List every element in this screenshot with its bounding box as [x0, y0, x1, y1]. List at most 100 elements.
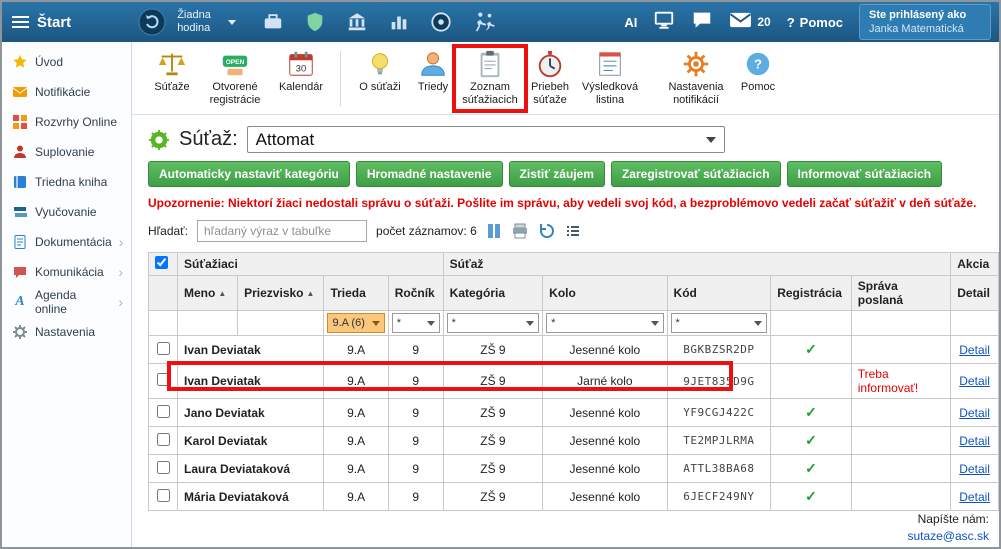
toolbar-item-vysledkova-listina[interactable]: Výsledková listina [577, 47, 643, 108]
competition-select[interactable]: Attomat [247, 126, 725, 153]
header-sprava[interactable]: Správa poslaná [851, 276, 951, 311]
auto-category-button[interactable]: Automaticky nastaviť kategóriu [148, 161, 350, 187]
header-registracia[interactable]: Registrácia [771, 276, 852, 311]
header-meno[interactable]: Meno▲ [178, 276, 238, 311]
check-interest-button[interactable]: Zistiť záujem [509, 161, 605, 187]
sidebar-item-triedna-kniha[interactable]: Triedna kniha [2, 167, 131, 197]
toolbar-item-sutaze[interactable]: Súťaže [146, 47, 198, 96]
print-icon[interactable] [511, 222, 529, 240]
ai-button[interactable]: AI [624, 15, 637, 30]
toolbar-item-priebeh-sutaze[interactable]: Priebeh súťaže [523, 47, 577, 108]
header-trieda[interactable]: Trieda [324, 276, 388, 311]
sidebar-item-uvod[interactable]: Úvod [2, 47, 131, 77]
header-priezvisko[interactable]: Priezvisko▲ [238, 276, 324, 311]
user-panel[interactable]: Ste prihlásený ako Janka Matematická [859, 4, 991, 41]
sidebar-item-rozvrhy[interactable]: Rozvrhy Online [2, 107, 131, 137]
list-view-icon[interactable] [565, 223, 581, 239]
trieda-filter-select[interactable]: 9.A (6) [327, 313, 384, 333]
select-all-checkbox[interactable] [155, 256, 168, 269]
status-circle-icon[interactable] [137, 7, 167, 37]
inform-competitors-button[interactable]: Informovať súťažiacich [787, 161, 943, 187]
scales-icon [157, 49, 187, 79]
sidebar-item-label: Rozvrhy Online [35, 115, 117, 129]
detail-link[interactable]: Detail [959, 434, 990, 448]
header-kod[interactable]: Kód [667, 276, 771, 311]
search-input[interactable] [197, 220, 367, 242]
kolo-filter-select[interactable]: * [546, 313, 663, 333]
sidebar-item-vyucovanie[interactable]: Vyučovanie [2, 197, 131, 227]
cell-detail: Detail [951, 455, 999, 483]
register-competitors-button[interactable]: Zaregistrovať súťažiacich [611, 161, 781, 187]
cell-name: Ivan Deviatak [178, 364, 324, 399]
cell-sprava [851, 427, 951, 455]
chat-bubble-icon[interactable] [691, 9, 713, 36]
filter-value: * [452, 317, 456, 329]
sidebar-item-dokumentacia[interactable]: Dokumentácia › [2, 227, 131, 257]
help-button[interactable]: ? Pomoc [787, 15, 843, 30]
row-checkbox[interactable] [157, 342, 170, 355]
toolbar-item-otvorene-registracie[interactable]: OPEN Otvorené registrácie [198, 47, 272, 108]
menu-icon[interactable] [12, 16, 29, 28]
sidebar-item-label: Dokumentácia [35, 235, 112, 249]
toolbar-item-kalendar[interactable]: 30 Kalendár [272, 47, 330, 96]
row-checkbox[interactable] [157, 433, 170, 446]
registration-check: ✓ [771, 483, 852, 511]
cell-detail: Detail [951, 483, 999, 511]
sidebar-item-komunikacia[interactable]: Komunikácia › [2, 257, 131, 287]
start-button[interactable]: Štart [37, 14, 71, 31]
sidebar-item-agenda-online[interactable]: A Agenda online › [2, 287, 131, 317]
kategoria-filter-select[interactable]: * [447, 313, 540, 333]
bank-icon[interactable] [346, 11, 368, 33]
monitor-icon[interactable] [653, 9, 675, 36]
header-kategoria[interactable]: Kategória [443, 276, 543, 311]
sidebar-item-nastavenia[interactable]: Nastavenia [2, 317, 131, 347]
cell-detail: Detail [951, 336, 999, 364]
filter-value: * [551, 317, 555, 329]
toolbar-item-label: Zoznam súťažiacich [460, 81, 520, 106]
bulk-settings-button[interactable]: Hromadné nastavenie [356, 161, 503, 187]
refresh-icon[interactable] [538, 222, 556, 240]
toolbar-item-triedy[interactable]: Triedy [409, 47, 457, 96]
competition-select-value: Attomat [256, 130, 315, 150]
row-checkbox[interactable] [157, 373, 170, 386]
contact-email-link[interactable]: sutaze@asc.sk [907, 529, 989, 543]
svg-text:OPEN: OPEN [226, 59, 245, 66]
calendar-icon: 30 [286, 49, 316, 79]
competition-label: Súťaž: [179, 128, 238, 151]
row-checkbox[interactable] [157, 489, 170, 502]
detail-link[interactable]: Detail [959, 374, 990, 388]
record-circle-icon[interactable] [430, 11, 452, 33]
cell-kod: ATTL38BA68 [667, 455, 771, 483]
sidebar-item-notifikacie[interactable]: Notifikácie [2, 77, 131, 107]
header-kolo[interactable]: Kolo [543, 276, 667, 311]
chevron-down-icon [706, 137, 716, 143]
actions-row: Automaticky nastaviť kategóriu Hromadné … [132, 161, 999, 187]
detail-link[interactable]: Detail [959, 490, 990, 504]
detail-link[interactable]: Detail [959, 406, 990, 420]
rocnik-filter-select[interactable]: * [392, 313, 440, 333]
briefcase-icon[interactable] [262, 11, 284, 33]
group-header-competition: Súťaž [443, 253, 951, 276]
runner-icon[interactable] [472, 11, 496, 33]
row-checkbox[interactable] [157, 405, 170, 418]
columns-icon[interactable] [486, 223, 502, 239]
document-icon [12, 234, 28, 250]
header-rocnik[interactable]: Ročník [388, 276, 443, 311]
sidebar-item-suplovanie[interactable]: Suplovanie [2, 137, 131, 167]
detail-link[interactable]: Detail [959, 343, 990, 357]
toolbar-item-zoznam-sutaziacich[interactable]: Zoznam súťažiacich [457, 47, 523, 108]
row-checkbox[interactable] [157, 461, 170, 474]
cell-rocnik: 9 [388, 364, 443, 399]
header-detail[interactable]: Detail [951, 276, 999, 311]
mail-button[interactable]: 20 [729, 11, 770, 34]
toolbar-item-o-sutazi[interactable]: O súťaži [351, 47, 409, 96]
lesson-status-dropdown[interactable]: Žiadna hodina [177, 9, 236, 34]
shield-icon[interactable] [304, 11, 326, 33]
toolbar-item-nastavenia-notifikacii[interactable]: Nastavenia notifikácií [659, 47, 733, 108]
bar-chart-icon[interactable] [388, 11, 410, 33]
kod-filter-select[interactable]: * [671, 313, 768, 333]
gear-icon [681, 49, 711, 79]
sidebar-item-label: Agenda online [35, 288, 111, 316]
detail-link[interactable]: Detail [959, 462, 990, 476]
toolbar-item-pomoc[interactable]: ? Pomoc [733, 47, 783, 96]
